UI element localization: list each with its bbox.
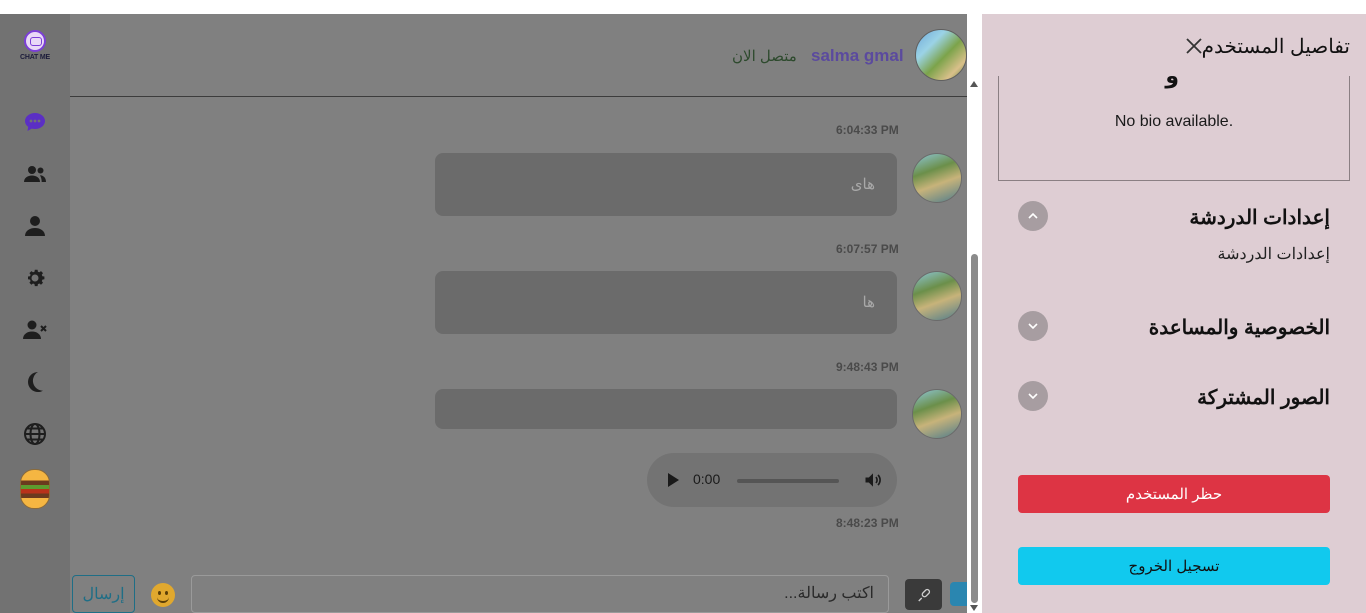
contact-status: متصل الان [732, 48, 797, 65]
mic-button[interactable] [905, 579, 942, 610]
message-bubble[interactable]: هاى [435, 153, 897, 216]
message-bubble[interactable] [435, 389, 897, 429]
camera-icon[interactable] [950, 582, 968, 606]
user-icon[interactable] [22, 213, 48, 239]
message-text: ها [862, 294, 875, 311]
section-chat-settings-content: إعدادات الدردشة [1217, 246, 1330, 263]
app-logo[interactable]: CHAT ME [16, 30, 54, 66]
bio-box: و No bio available. [998, 64, 1350, 181]
section-shared-photos[interactable]: الصور المشتركة [1197, 385, 1330, 410]
profile-avatar[interactable] [20, 469, 50, 509]
chevron-down-icon[interactable] [1018, 381, 1048, 411]
message-avatar [912, 389, 962, 439]
chat-area: salma gmal متصل الان 6:04:33 PM هاى 6:07… [70, 14, 968, 613]
logo-icon [24, 30, 46, 52]
volume-icon[interactable] [863, 470, 883, 490]
user-block-icon[interactable] [22, 317, 48, 343]
microphone-icon [917, 588, 930, 601]
audio-time: 0:00 [693, 471, 721, 487]
message-time: 9:48:43 PM [836, 360, 899, 374]
message-input[interactable] [191, 575, 889, 613]
message-time: 6:07:57 PM [836, 242, 899, 256]
top-strip [0, 0, 1366, 14]
user-details-panel: تفاصيل المستخدم و No bio available. إعدا… [982, 14, 1366, 613]
audio-progress[interactable] [737, 479, 839, 483]
chevron-up-icon[interactable] [1018, 201, 1048, 231]
send-button[interactable]: إرسال [72, 575, 135, 613]
chat-bubble-icon[interactable] [22, 109, 48, 135]
audio-player[interactable]: 0:00 [647, 453, 897, 507]
panel-title: تفاصيل المستخدم [1201, 36, 1350, 58]
bio-glyph: و [1165, 64, 1179, 89]
message-avatar [912, 271, 962, 321]
chat-scrollbar[interactable] [967, 76, 982, 613]
users-icon[interactable] [22, 161, 48, 187]
message-avatar [912, 153, 962, 203]
play-icon[interactable] [668, 473, 679, 487]
chevron-down-icon[interactable] [1018, 311, 1048, 341]
section-privacy-help[interactable]: الخصوصية والمساعدة [1149, 315, 1330, 340]
contact-name[interactable]: salma gmal [811, 46, 904, 66]
logout-button[interactable]: تسجيل الخروج [1018, 547, 1330, 585]
logo-text: CHAT ME [20, 54, 50, 61]
sidebar: CHAT ME [0, 14, 70, 613]
bio-text: No bio available. [1114, 113, 1234, 130]
close-icon[interactable] [1184, 36, 1204, 56]
contact-avatar[interactable] [915, 29, 967, 81]
scroll-down-arrow[interactable] [970, 605, 978, 611]
message-text: هاى [850, 176, 875, 193]
section-chat-settings[interactable]: إعدادات الدردشة [1189, 205, 1330, 230]
moon-icon[interactable] [22, 369, 48, 395]
message-bubble[interactable]: ها [435, 271, 897, 334]
gear-icon[interactable] [22, 265, 48, 291]
scroll-up-arrow[interactable] [970, 81, 978, 87]
globe-icon[interactable] [22, 421, 48, 447]
message-time: 8:48:23 PM [836, 516, 899, 530]
scroll-thumb[interactable] [971, 254, 978, 603]
chat-header: salma gmal متصل الان [70, 14, 967, 97]
message-time: 6:04:33 PM [836, 123, 899, 137]
emoji-icon[interactable] [151, 583, 175, 607]
block-user-button[interactable]: حظر المستخدم [1018, 475, 1330, 513]
